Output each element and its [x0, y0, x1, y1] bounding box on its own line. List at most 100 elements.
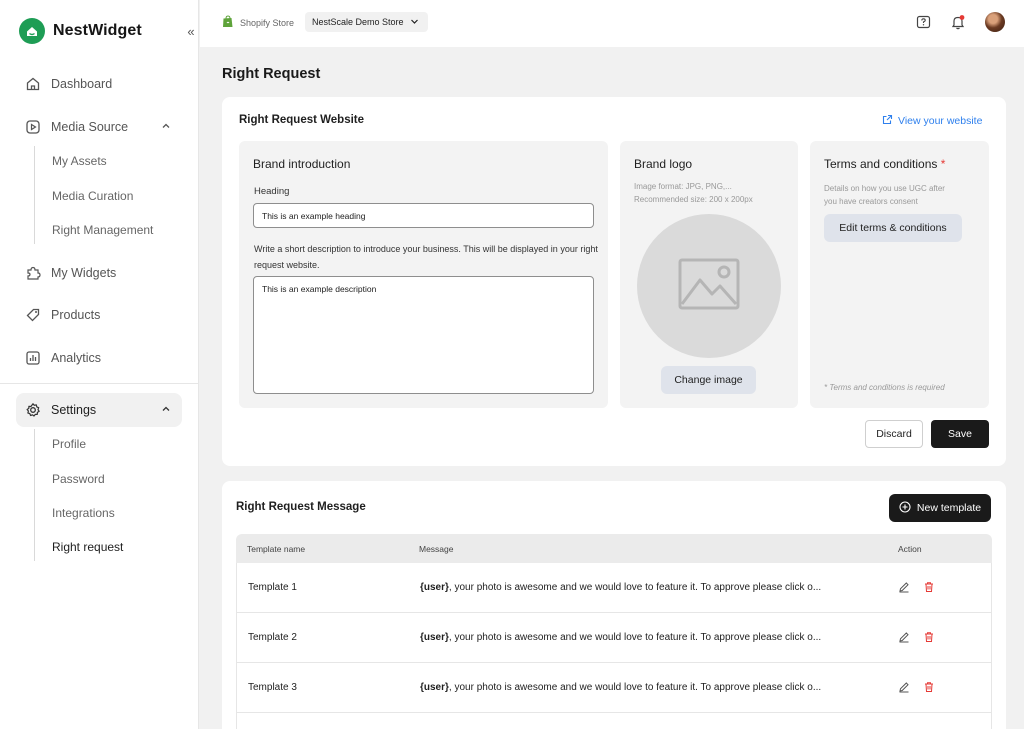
terms-required-note: * Terms and conditions is required: [824, 383, 945, 392]
description-label: Write a short description to introduce y…: [254, 244, 598, 270]
terms-hint-line2: you have creators consent: [824, 197, 918, 206]
play-square-icon: [24, 118, 42, 136]
new-template-label: New template: [916, 502, 982, 514]
new-template-button[interactable]: New template: [889, 494, 991, 522]
template-name: Template 2: [248, 632, 297, 643]
gear-icon: [24, 401, 42, 419]
puzzle-icon: [24, 264, 42, 282]
sidebar-item-label: Settings: [51, 403, 97, 417]
user-token: {user}: [420, 682, 449, 693]
heading-input[interactable]: This is an example heading: [253, 203, 594, 228]
sidebar-item-label: Media Source: [51, 120, 129, 134]
image-placeholder-icon: [678, 258, 740, 315]
chevron-up-icon[interactable]: [160, 120, 172, 135]
brand-logo-format-hint: Image format: JPG, PNG,...: [634, 182, 732, 191]
sidebar-item-my-widgets[interactable]: My Widgets: [16, 256, 182, 290]
save-button[interactable]: Save: [931, 420, 989, 448]
brand-logo-size-hint: Recommended size: 200 x 200px: [634, 195, 753, 204]
edit-pencil-icon[interactable]: [897, 580, 911, 594]
chevron-down-icon: [410, 17, 419, 28]
sidebar: NestWidget « Dashboard Media Source My A…: [0, 0, 199, 729]
table-row[interactable]: Template 3 {user}, your photo is awesome…: [236, 663, 992, 713]
column-header-message: Message: [419, 544, 454, 554]
brand-logo-title: Brand logo: [634, 157, 693, 171]
user-token: {user}: [420, 582, 449, 593]
brand[interactable]: NestWidget: [19, 18, 142, 44]
sidebar-subitem-password[interactable]: Password: [52, 472, 105, 486]
column-header-action: Action: [898, 544, 922, 554]
plus-circle-icon: [899, 500, 911, 516]
brand-logo-placeholder: [637, 214, 781, 358]
message-text: , your photo is awesome and we would lov…: [448, 582, 822, 593]
discard-button[interactable]: Discard: [865, 420, 923, 448]
topbar: Shopify Store NestScale Demo Store: [200, 0, 1024, 47]
sidebar-item-products[interactable]: Products: [16, 298, 182, 332]
avatar[interactable]: [985, 12, 1005, 32]
external-link-icon: [882, 114, 893, 128]
sidebar-item-media-source[interactable]: Media Source: [16, 110, 182, 144]
template-name: Template 1: [248, 582, 297, 593]
view-website-label: View your website: [898, 115, 983, 127]
message-text: , your photo is awesome and we would lov…: [448, 682, 822, 693]
notification-bell-icon[interactable]: [949, 13, 967, 31]
required-star: *: [940, 157, 946, 171]
sidebar-item-analytics[interactable]: Analytics: [16, 341, 182, 375]
template-message: {user}, your photo is awesome and we wou…: [420, 632, 821, 643]
change-image-button[interactable]: Change image: [661, 366, 756, 394]
help-icon[interactable]: [914, 13, 932, 31]
sidebar-item-label: Dashboard: [51, 77, 113, 91]
bar-chart-icon: [24, 349, 42, 367]
chevron-up-icon[interactable]: [160, 403, 172, 418]
heading-label: Heading: [254, 186, 290, 197]
table-row[interactable]: Template 2 {user}, your photo is awesome…: [236, 613, 992, 663]
tag-icon: [24, 306, 42, 324]
delete-trash-icon[interactable]: [922, 680, 936, 694]
sidebar-subitem-integrations[interactable]: Integrations: [52, 506, 115, 520]
sidebar-item-label: Products: [51, 308, 101, 322]
terms-title: Terms and conditions *: [824, 157, 945, 171]
view-website-link[interactable]: View your website: [882, 114, 982, 128]
page-title: Right Request: [222, 66, 321, 82]
brand-logo-icon: [19, 18, 45, 44]
terms-title-text: Terms and conditions: [824, 157, 938, 171]
sidebar-subitem-right-management[interactable]: Right Management: [52, 223, 153, 237]
store-select[interactable]: NestScale Demo Store: [305, 12, 428, 32]
sidebar-subitem-media-curation[interactable]: Media Curation: [52, 189, 133, 203]
delete-trash-icon[interactable]: [922, 630, 936, 644]
sidebar-item-settings[interactable]: Settings: [16, 393, 182, 427]
edit-terms-button[interactable]: Edit terms & conditions: [824, 214, 962, 242]
edit-pencil-icon[interactable]: [897, 630, 911, 644]
terms-hint-line1: Details on how you use UGC after: [824, 184, 945, 193]
sidebar-subitem-profile[interactable]: Profile: [52, 437, 86, 451]
template-name: Template 3: [248, 682, 297, 693]
table-header: Template name Message Action: [236, 534, 992, 563]
sidebar-item-dashboard[interactable]: Dashboard: [16, 67, 182, 101]
message-card-title: Right Request Message: [236, 501, 366, 513]
template-message: {user}, your photo is awesome and we wou…: [420, 582, 821, 593]
media-source-subnav: My Assets Media Curation Right Managemen…: [34, 146, 153, 244]
table-row[interactable]: Template 1 {user}, your photo is awesome…: [236, 563, 992, 613]
collapse-sidebar-icon[interactable]: «: [183, 22, 199, 40]
user-token: {user}: [420, 632, 449, 643]
delete-trash-icon[interactable]: [922, 580, 936, 594]
message-text: , your photo is awesome and we would lov…: [448, 632, 822, 643]
sidebar-subitem-my-assets[interactable]: My Assets: [52, 154, 107, 168]
description-textarea[interactable]: This is an example description: [253, 276, 594, 394]
edit-pencil-icon[interactable]: [897, 680, 911, 694]
shopify-bag-icon: [222, 15, 234, 30]
home-icon: [24, 75, 42, 93]
store-label-text: Shopify Store: [240, 17, 295, 28]
store-select-value: NestScale Demo Store: [312, 17, 404, 27]
sidebar-divider: [0, 383, 199, 384]
sidebar-subitem-right-request[interactable]: Right request: [52, 540, 123, 554]
template-message: {user}, your photo is awesome and we wou…: [420, 682, 821, 693]
website-card-title: Right Request Website: [239, 114, 365, 126]
sidebar-item-label: Analytics: [51, 351, 102, 365]
column-header-template-name: Template name: [247, 544, 306, 554]
store-label: Shopify Store: [222, 15, 294, 30]
sidebar-item-label: My Widgets: [51, 266, 117, 280]
table-row: [236, 713, 992, 729]
brand-introduction-title: Brand introduction: [253, 157, 351, 171]
brand-name: NestWidget: [53, 22, 142, 39]
settings-subnav: Profile Password Integrations Right requ…: [34, 429, 123, 561]
